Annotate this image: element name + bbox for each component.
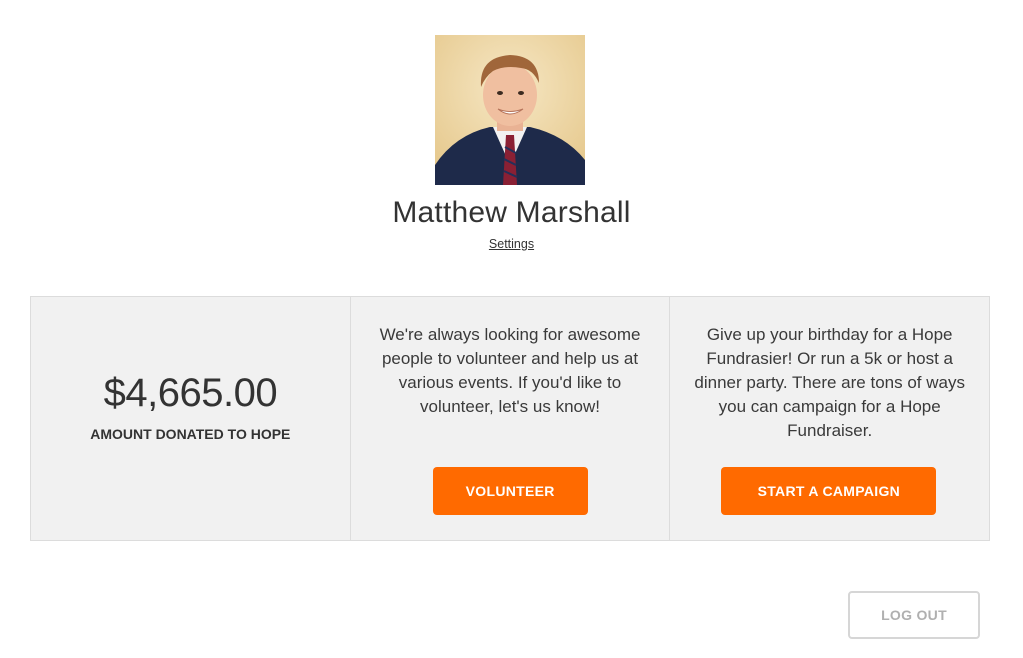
campaign-text: Give up your birthday for a Hope Fundras…	[694, 325, 965, 440]
info-panels: $4,665.00 AMOUNT DONATED TO HOPE We're a…	[30, 296, 990, 541]
campaign-panel: Give up your birthday for a Hope Fundras…	[669, 297, 989, 540]
volunteer-text: We're always looking for awesome people …	[379, 325, 641, 416]
profile-photo	[435, 35, 585, 185]
donation-panel: $4,665.00 AMOUNT DONATED TO HOPE	[31, 297, 350, 540]
donation-label: AMOUNT DONATED TO HOPE	[90, 426, 291, 442]
volunteer-button[interactable]: VOLUNTEER	[432, 467, 588, 515]
donation-amount: $4,665.00	[103, 371, 278, 415]
start-campaign-button[interactable]: START A CAMPAIGN	[721, 467, 937, 515]
logout-button[interactable]: LOG OUT	[848, 591, 980, 639]
user-name: Matthew Marshall	[392, 196, 631, 229]
avatar	[435, 35, 585, 185]
settings-link[interactable]: Settings	[489, 237, 534, 251]
volunteer-panel: We're always looking for awesome people …	[349, 297, 670, 540]
settings-link-wrapper: Settings	[0, 237, 1023, 251]
